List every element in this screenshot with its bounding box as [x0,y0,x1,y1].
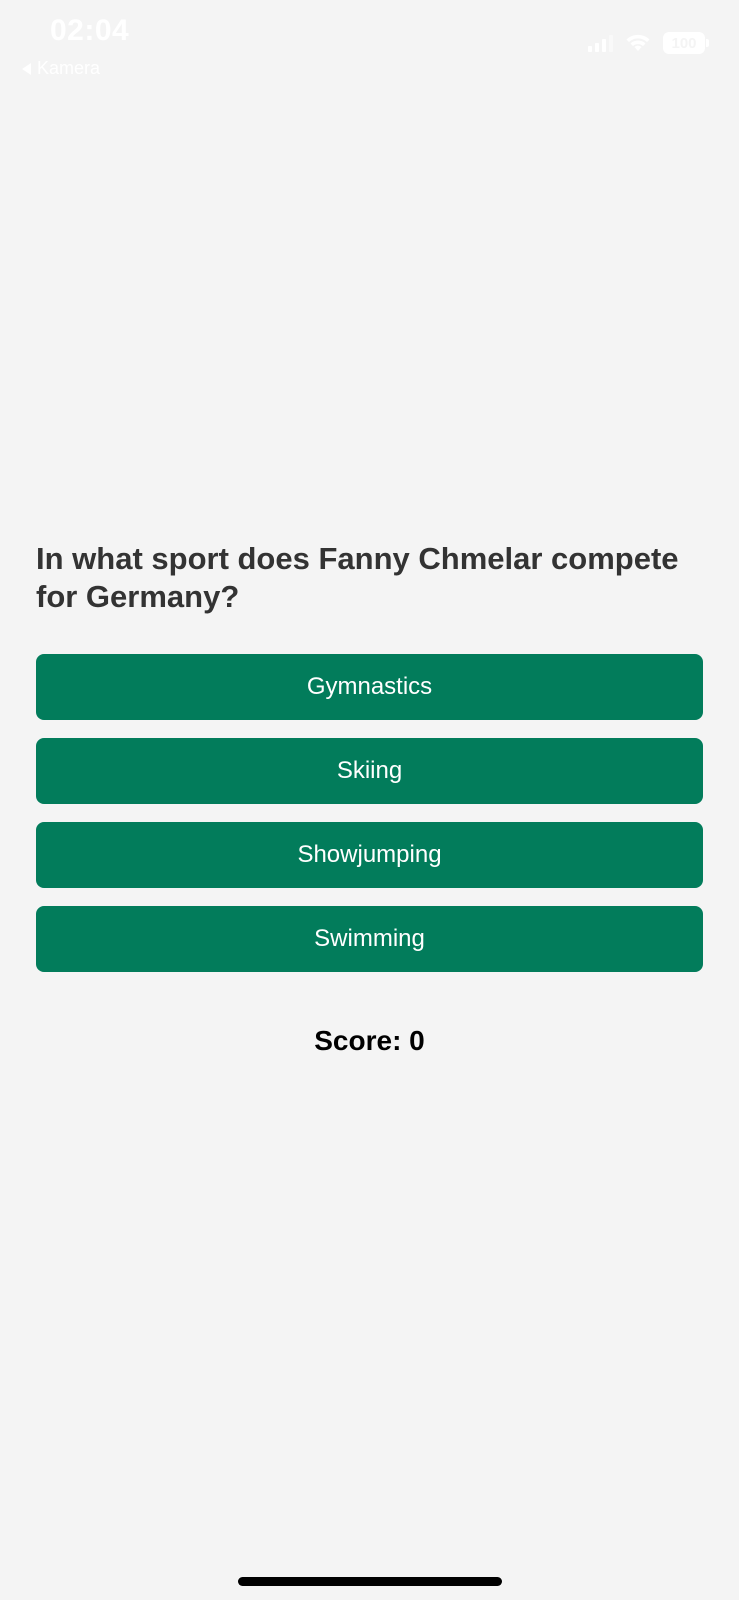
quiz-screen: 02:04 Kamera 100 In what sport does Fann… [0,0,739,1600]
score-display: Score: 0 [314,1025,425,1056]
wifi-icon [626,34,650,51]
back-to-camera-link[interactable]: Kamera [22,58,100,79]
back-arrow-icon [22,62,31,75]
answer-button-swimming[interactable]: Swimming [36,906,703,972]
answer-list: Gymnastics Skiing Showjumping Swimming [36,654,703,972]
answer-button-skiing[interactable]: Skiing [36,738,703,804]
battery-level: 100 [671,34,697,52]
answer-button-showjumping[interactable]: Showjumping [36,822,703,888]
status-icons: 100 [588,32,709,54]
back-link-label: Kamera [37,58,101,78]
status-time: 02:04 [50,14,130,47]
question-text: In what sport does Fanny Chmelar compete… [36,541,679,614]
home-indicator[interactable] [238,1577,502,1586]
battery-icon: 100 [663,32,709,54]
answer-button-gymnastics[interactable]: Gymnastics [36,654,703,720]
cellular-signal-icon [588,34,613,52]
